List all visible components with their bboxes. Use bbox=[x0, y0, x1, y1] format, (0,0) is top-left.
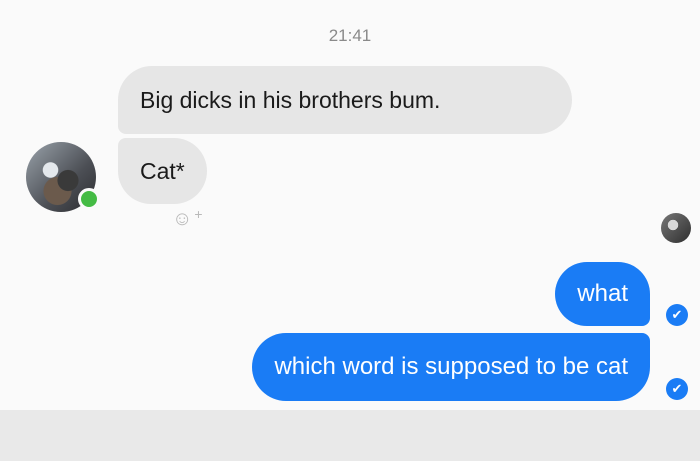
incoming-message-bubble[interactable]: Big dicks in his brothers bum. bbox=[118, 66, 572, 134]
check-circle-icon: ✔ bbox=[666, 304, 688, 326]
chat-thread: 21:41 Big dicks in his brothers bum. Cat… bbox=[0, 0, 700, 410]
check-circle-icon: ✔ bbox=[666, 378, 688, 400]
screen-bottom-edge bbox=[0, 410, 700, 461]
message-text: Cat* bbox=[140, 158, 185, 184]
message-text: which word is supposed to be cat bbox=[274, 353, 628, 380]
message-text: Big dicks in his brothers bum. bbox=[140, 87, 441, 113]
message-timestamp: 21:41 bbox=[328, 26, 372, 45]
add-reaction-button[interactable]: ☺ + bbox=[172, 206, 212, 232]
seen-by-avatar bbox=[661, 213, 691, 243]
outgoing-message-bubble[interactable]: which word is supposed to be cat bbox=[252, 333, 650, 401]
smiley-reaction-icon: ☺ bbox=[172, 207, 193, 230]
message-text: what bbox=[577, 280, 628, 307]
online-status-indicator bbox=[78, 188, 100, 210]
outgoing-message-bubble[interactable]: what bbox=[555, 262, 650, 326]
incoming-message-bubble[interactable]: Cat* bbox=[118, 138, 207, 204]
plus-icon: + bbox=[194, 206, 203, 222]
